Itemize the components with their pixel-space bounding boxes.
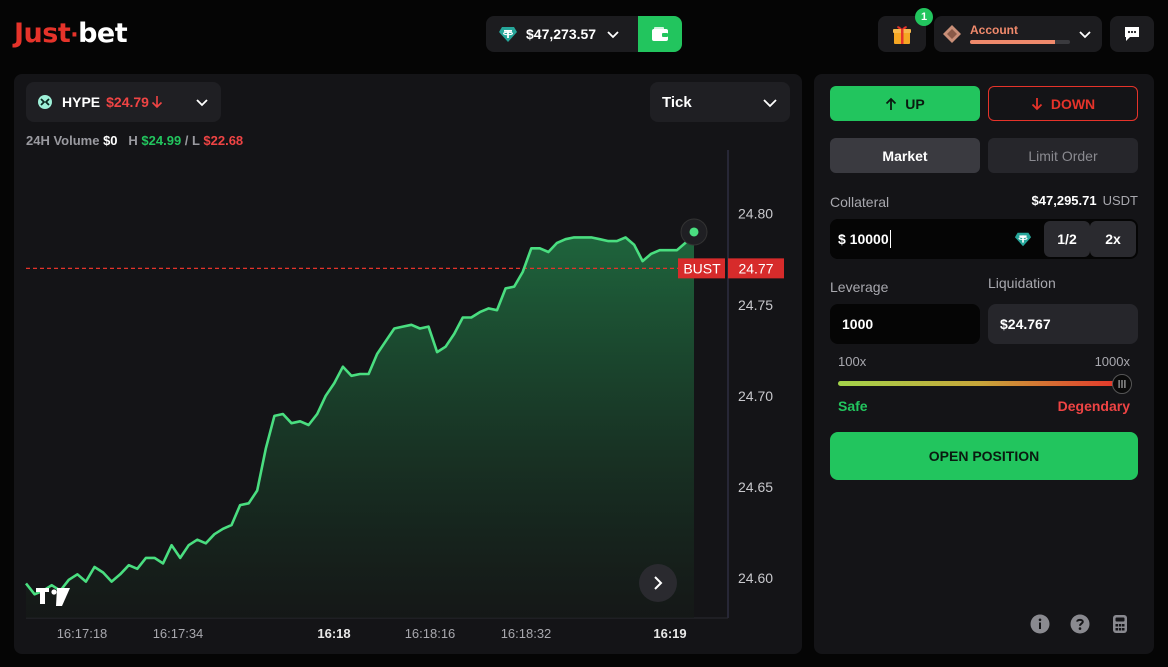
tradingview-logo[interactable]: TV bbox=[14, 74, 70, 606]
logo-text-left: Just bbox=[14, 18, 71, 49]
collateral-balance: $47,295.71 USDT bbox=[1032, 193, 1138, 208]
balance-amount: $47,273.57 bbox=[526, 26, 597, 42]
leverage-max-label: 1000x bbox=[1094, 354, 1130, 369]
leverage-input[interactable]: 1000 bbox=[830, 304, 980, 344]
wallet-icon bbox=[652, 27, 668, 41]
logo-text-right: bet bbox=[78, 18, 128, 49]
chevron-down-icon bbox=[607, 31, 619, 39]
collateral-input-value: $ 10000 bbox=[838, 231, 889, 247]
tab-limit-order[interactable]: Limit Order bbox=[988, 138, 1138, 173]
trade-panel: UP DOWN Market Limit Order Collateral $4… bbox=[814, 74, 1154, 654]
calculator-icon[interactable] bbox=[1110, 614, 1130, 634]
time-tick-label: 16:18:32 bbox=[501, 626, 552, 641]
half-button[interactable]: 1/2 bbox=[1044, 221, 1090, 257]
time-tick-label: 16:19 bbox=[653, 626, 686, 641]
price-tick-label: 24.65 bbox=[738, 479, 773, 495]
arrow-down-icon bbox=[1031, 97, 1042, 110]
price-tick-label: 24.80 bbox=[738, 206, 773, 222]
leverage-min-label: 100x bbox=[838, 354, 867, 369]
collateral-input[interactable]: $ 10000 bbox=[830, 219, 1042, 259]
up-button[interactable]: UP bbox=[830, 86, 980, 121]
time-tick-label: 16:17:18 bbox=[57, 626, 108, 641]
chart-panel: HYPE $24.79 Tick 24H Volume $0 H $24.99 … bbox=[14, 74, 802, 654]
leverage-label: Leverage bbox=[830, 279, 889, 295]
grip-icon bbox=[1118, 380, 1126, 388]
chat-button[interactable] bbox=[1110, 16, 1154, 52]
collateral-label: Collateral bbox=[830, 194, 890, 210]
price-tick-label: 24.70 bbox=[738, 388, 773, 404]
last-price-marker bbox=[689, 227, 699, 237]
text-caret bbox=[889, 230, 891, 248]
liquidation-value: $24.767 bbox=[988, 304, 1138, 344]
time-tick-label: 16:18 bbox=[317, 626, 350, 641]
account-progress-bar bbox=[970, 40, 1070, 44]
chat-icon bbox=[1125, 27, 1139, 41]
price-chart[interactable]: 24.8024.7524.7024.6524.60 16:17:18 16:17:… bbox=[14, 74, 802, 654]
down-label: DOWN bbox=[1050, 95, 1096, 112]
bust-label: BUST bbox=[683, 260, 721, 276]
leverage-slider-thumb[interactable] bbox=[1112, 374, 1132, 394]
time-tick-label: 16:17:34 bbox=[153, 626, 204, 641]
info-icon[interactable] bbox=[1030, 614, 1050, 634]
bust-tag: BUST 24.77 bbox=[678, 258, 784, 279]
tab-market[interactable]: Market bbox=[830, 138, 980, 173]
notification-badge: 1 bbox=[915, 8, 933, 26]
account-label: Account bbox=[970, 23, 1018, 37]
balance-selector[interactable]: $47,273.57 bbox=[486, 16, 638, 52]
time-tick-label: 16:18:16 bbox=[405, 626, 456, 641]
gift-icon bbox=[893, 26, 911, 44]
arrow-up-icon bbox=[886, 97, 897, 110]
usdt-coin-icon bbox=[1014, 232, 1032, 247]
account-menu[interactable]: Account bbox=[934, 16, 1102, 52]
top-bar: Just·bet $47,273.57 1 Account bbox=[0, 0, 1168, 70]
safe-label: Safe bbox=[838, 398, 868, 414]
price-area-fill bbox=[26, 231, 694, 618]
up-label: UP bbox=[905, 95, 925, 112]
down-button[interactable]: DOWN bbox=[988, 86, 1138, 121]
double-button[interactable]: 2x bbox=[1090, 221, 1136, 257]
degen-label: Degendary bbox=[1057, 398, 1130, 414]
help-icon[interactable] bbox=[1070, 614, 1090, 634]
justbet-logo[interactable]: Just·bet bbox=[14, 18, 128, 49]
tradingview-logo-text: TV bbox=[14, 74, 16, 75]
wallet-button[interactable] bbox=[638, 16, 682, 52]
open-position-button[interactable]: OPEN POSITION bbox=[830, 432, 1138, 480]
rank-badge-icon bbox=[943, 25, 961, 43]
scroll-to-latest-button[interactable] bbox=[639, 564, 677, 602]
price-tick-label: 24.60 bbox=[738, 570, 773, 586]
liquidation-label: Liquidation bbox=[988, 275, 1056, 291]
price-tick-label: 24.75 bbox=[738, 297, 773, 313]
collateral-amount: $47,295.71 bbox=[1031, 193, 1097, 208]
usdt-coin-icon bbox=[499, 27, 517, 42]
leverage-slider-track[interactable] bbox=[838, 381, 1122, 386]
logo-dot: · bbox=[70, 23, 79, 48]
account-progress-fill bbox=[970, 40, 1055, 44]
collateral-currency: USDT bbox=[1102, 193, 1138, 208]
chevron-down-icon bbox=[1079, 31, 1091, 39]
time-axis-ticks: 16:17:18 16:17:34 16:18 16:18:16 16:18:32 16:… bbox=[57, 626, 687, 641]
bust-value: 24.77 bbox=[738, 260, 773, 276]
